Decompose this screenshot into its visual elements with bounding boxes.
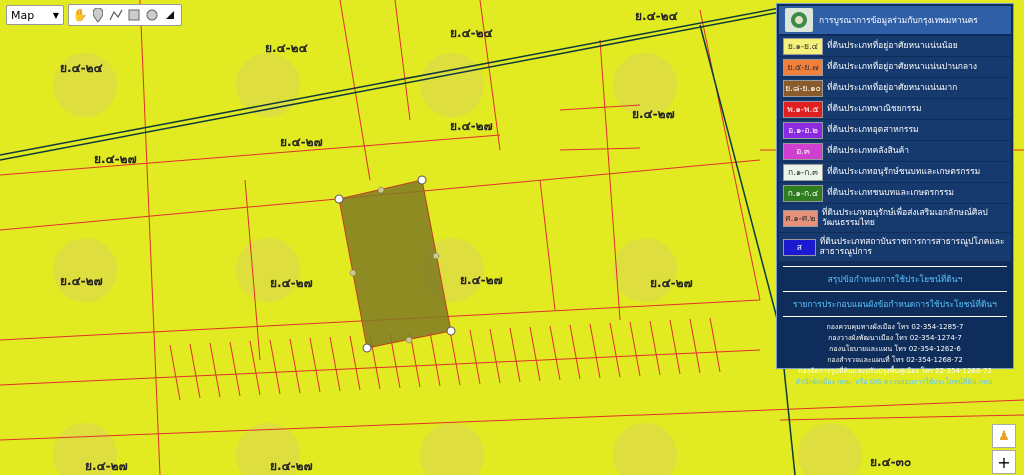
drawing-tools: ✋ [68, 4, 182, 26]
polyline-icon[interactable] [108, 7, 124, 23]
zone-label: ย.๔-๒๔ [265, 41, 308, 55]
zone-label: ย.๔-๒๗ [94, 152, 137, 166]
legend-item-label: ที่ดินประเภทอนุรักษ์เพื่อส่งเสริมเอกลักษ… [821, 208, 988, 228]
legend-item: ก.๑-ก.๔ ที่ดินประเภทชนบทและเกษตรกรรม [779, 183, 1011, 203]
contact-line: กองนโยบายและแผน โทร 02-354-1262-6 [829, 345, 961, 353]
legend-item: อ.๑-อ.๒ ที่ดินประเภทอุตสาหกรรม [779, 120, 1011, 140]
legend-item: พ.๑-พ.๕ ที่ดินประเภทพาณิชยกรรม [779, 99, 1011, 119]
divider [783, 291, 1007, 292]
contact-line: กองสำรวจและแผนที่ โทร 02-354-1268-72 [827, 356, 963, 364]
zone-label: ย.๔-๒๗ [460, 273, 503, 287]
zone-label: ย.๔-๒๔ [635, 9, 678, 23]
eraser-icon[interactable] [162, 7, 178, 23]
legend-item-label: ที่ดินประเภทอุตสาหกรรม [827, 125, 919, 135]
map-type-label: Map [11, 8, 35, 22]
contact-line: กองจัดการรูปที่ดินและปรับปรุงพื้นฟูเมือง… [798, 367, 992, 375]
bma-logo-icon [785, 8, 813, 32]
zone-label: ย.๔-๒๗ [85, 459, 128, 473]
zoning-legend-panel: การบูรณาการข้อมูลร่วมกับกรุงเทพมหานคร ย.… [776, 3, 1014, 386]
legend-header: การบูรณาการข้อมูลร่วมกับกรุงเทพมหานคร [779, 6, 1011, 34]
legend-item-label: ที่ดินประเภทที่อยู่อาศัยหนาแน่นมาก [827, 83, 958, 93]
contact-line: กองวางผังพัฒนาเมือง โทร 02-354-1274-7 [828, 334, 962, 342]
map-type-select[interactable]: Map ▼ [6, 5, 64, 25]
legend-item-swatch: ก.๑-ก.๓ [783, 163, 823, 181]
chevron-down-icon: ▼ [52, 10, 59, 20]
legend-item: ย.๘-ย.๑๐ ที่ดินประเภทที่อยู่อาศัยหนาแน่นม… [779, 78, 1011, 98]
divider [783, 316, 1007, 317]
zone-label: ย.๔-๒๗ [280, 135, 323, 149]
legend-item: ศ.๑-ศ.๒ ที่ดินประเภทอนุรักษ์เพื่อส่งเสริม… [779, 204, 1011, 232]
zone-label: ย.๔-๒๔ [60, 61, 103, 75]
legend-item: อ.๓ ที่ดินประเภทคลังสินค้า [779, 141, 1011, 161]
zoning-details-link[interactable]: รายการประกอบแผนผังข้อกำหนดการใช้ประโยชน์… [777, 297, 1013, 311]
pin-icon[interactable] [90, 7, 106, 23]
legend-title: การบูรณาการข้อมูลร่วมกับกรุงเทพมหานคร [819, 16, 978, 26]
square-icon[interactable] [126, 7, 142, 23]
map-toolbar: Map ▼ ✋ [6, 4, 182, 26]
legend-item-swatch: พ.๑-พ.๕ [783, 100, 823, 118]
legend-item-swatch: อ.๓ [783, 142, 823, 160]
zone-label: ย.๔-๒๔ [450, 26, 493, 40]
hand-icon[interactable]: ✋ [72, 7, 88, 23]
zone-label: ย.๔-๒๗ [450, 119, 493, 133]
legend-items: ย.๑-ย.๔ ที่ดินประเภทที่อยู่อาศัยหนาแน่นน้… [777, 36, 1013, 261]
legend-item: ย.๑-ย.๔ ที่ดินประเภทที่อยู่อาศัยหนาแน่นน้… [779, 36, 1011, 56]
legend-item-label: ที่ดินประเภทคลังสินค้า [827, 146, 910, 156]
legend-item-swatch: ศ.๑-ศ.๒ [783, 209, 818, 227]
zone-label: ย.๔-๓๐ [870, 455, 911, 469]
street-view-pegman-icon[interactable]: ♟ [992, 424, 1016, 448]
legend-item-label: ที่ดินประเภทที่อยู่อาศัยหนาแน่นน้อย [827, 41, 958, 51]
divider [783, 266, 1007, 267]
legend-item-swatch: ย.๑-ย.๔ [783, 37, 823, 55]
zone-label: ย.๔-๒๗ [270, 276, 313, 290]
legend-item: สที่ดินประเภทสถาบันราชการการสาธารณูปโภคแ… [779, 233, 1011, 261]
legend-item: ย.๕-ย.๗ ที่ดินประเภทที่อยู่อาศัยหนาแน่นปา… [779, 57, 1011, 77]
legend-item-swatch: ย.๘-ย.๑๐ [783, 79, 823, 97]
legend-item-swatch: ส [783, 238, 816, 256]
legend-footer-link[interactable]: สำนักผังเมือง กทม. หรือ GIS ตรวจสอบการใช… [777, 377, 1013, 388]
contact-line: กองควบคุมทางผังเมือง โทร 02-354-1285-7 [826, 323, 964, 331]
legend-item: ก.๑-ก.๓ ที่ดินประเภทอนุรักษ์ชนบทและเกษตรก… [779, 162, 1011, 182]
zone-label: ย.๔-๒๗ [270, 459, 313, 473]
zone-label: ย.๔-๒๗ [60, 274, 103, 288]
legend-item-label: ที่ดินประเภทที่อยู่อาศัยหนาแน่นปานกลาง [827, 62, 978, 72]
zone-label: ย.๔-๒๗ [650, 276, 693, 290]
legend-item-label: ที่ดินประเภทสถาบันราชการการสาธารณูปโภคแล… [819, 237, 1005, 257]
zone-label: ย.๔-๒๗ [632, 107, 675, 121]
zoning-summary-link[interactable]: สรุปข้อกำหนดการใช้ประโยชน์ที่ดินฯ [777, 272, 1013, 286]
legend-item-swatch: อ.๑-อ.๒ [783, 121, 823, 139]
legend-item-swatch: ย.๕-ย.๗ [783, 58, 823, 76]
zoom-in-button[interactable]: + [992, 450, 1016, 474]
circle-icon[interactable] [144, 7, 160, 23]
legend-item-label: ที่ดินประเภทพาณิชยกรรม [827, 104, 922, 114]
legend-item-swatch: ก.๑-ก.๔ [783, 184, 823, 202]
legend-item-label: ที่ดินประเภทอนุรักษ์ชนบทและเกษตรกรรม [827, 167, 981, 177]
legend-item-label: ที่ดินประเภทชนบทและเกษตรกรรม [827, 188, 955, 198]
